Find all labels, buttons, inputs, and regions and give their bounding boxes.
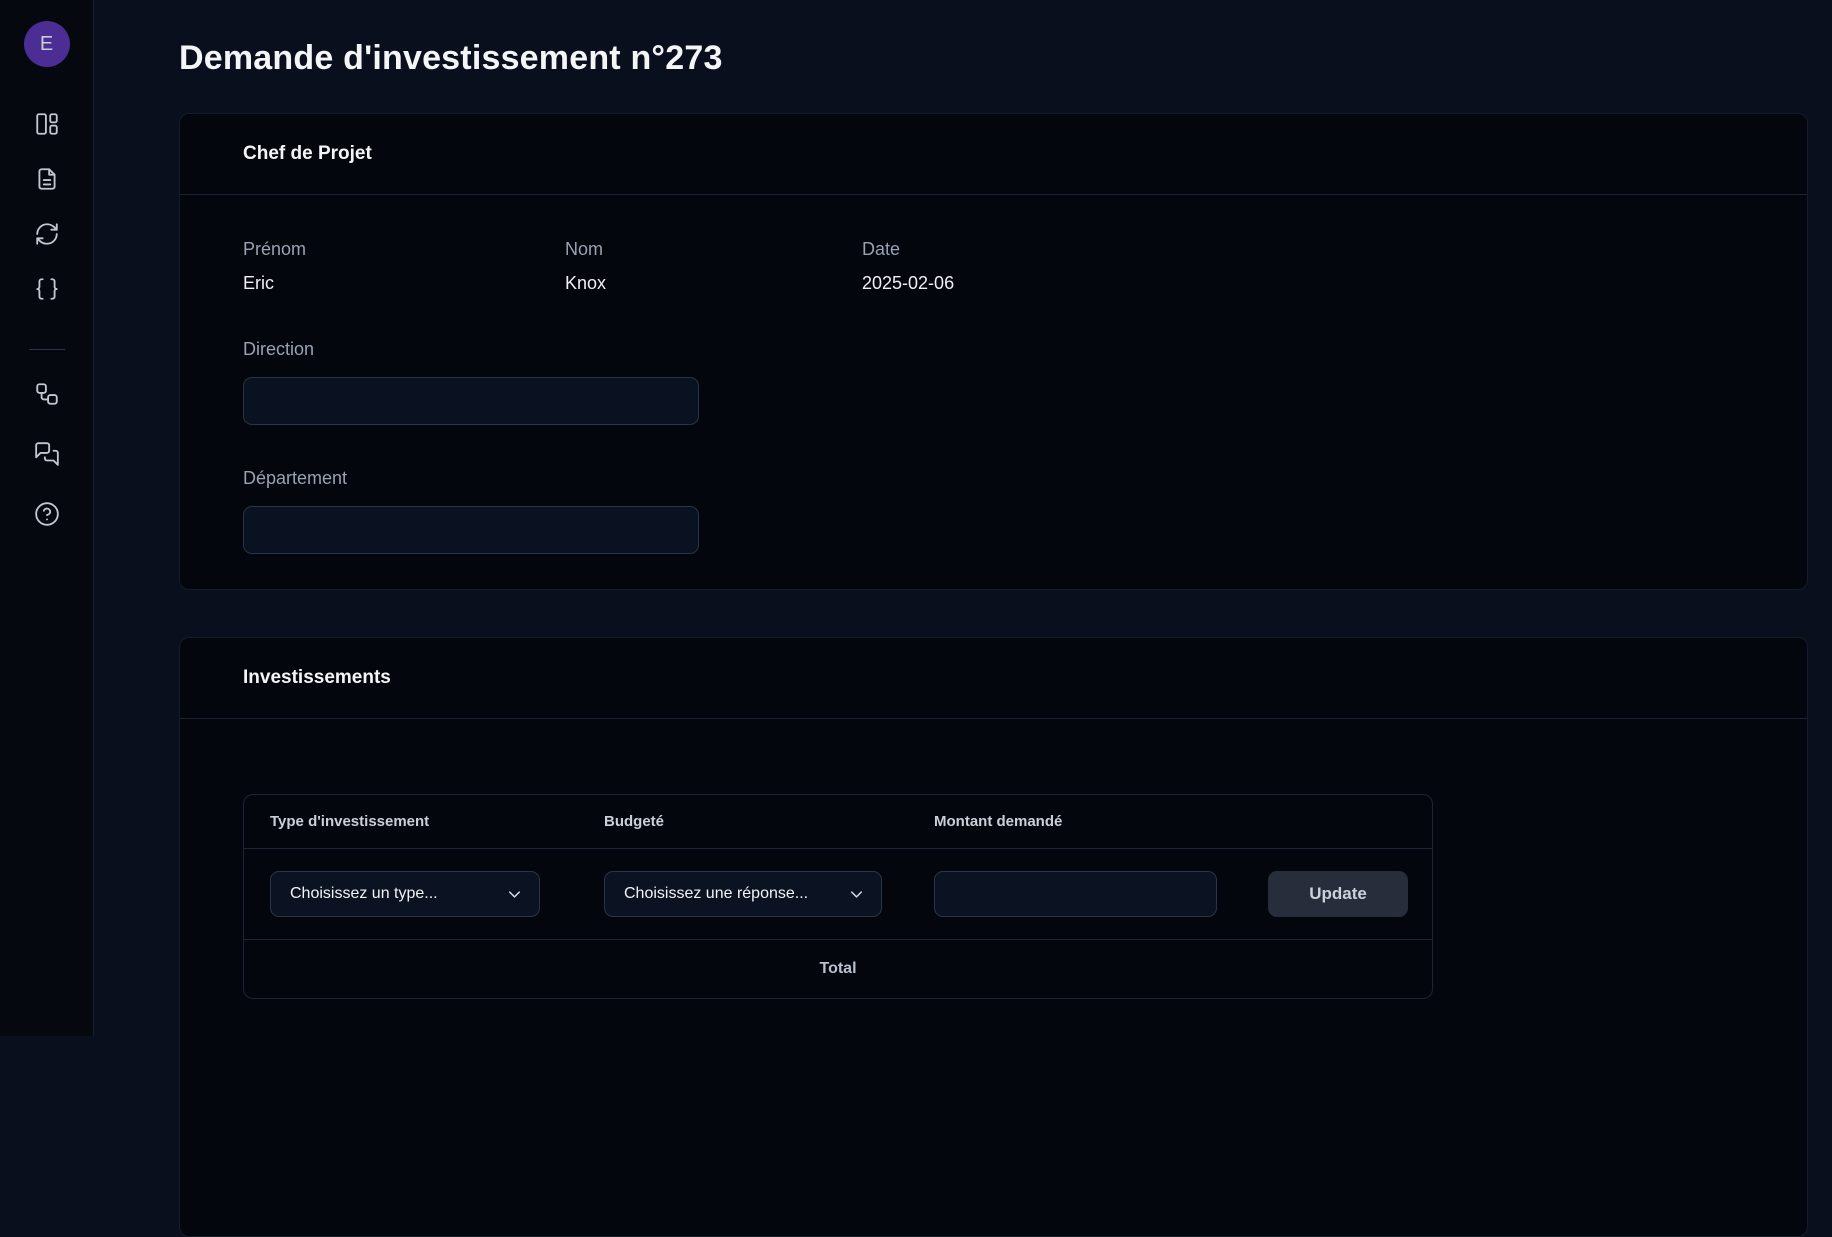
avatar[interactable]: E: [24, 21, 70, 67]
main-content: Demande d'investissement n°273 Chef de P…: [94, 0, 1832, 1036]
date-label: Date: [862, 238, 1744, 260]
total-label: Total: [819, 960, 856, 978]
page-title: Demande d'investissement n°273: [179, 0, 1808, 78]
nom-value: Knox: [565, 272, 862, 294]
type-select[interactable]: Choisissez un type...: [270, 871, 540, 917]
budgete-select-value: Choisissez une réponse...: [624, 885, 808, 903]
nom-field: Nom Knox: [565, 238, 862, 294]
sidebar-nav-top: [34, 111, 60, 302]
date-value: 2025-02-06: [862, 272, 1744, 294]
sidebar-divider: [29, 349, 65, 350]
departement-input[interactable]: [243, 506, 699, 554]
prenom-field: Prénom Eric: [243, 238, 565, 294]
col-header-budgete: Budgeté: [578, 813, 908, 830]
investissements-card-title: Investissements: [243, 667, 391, 689]
table-header-row: Type d'investissement Budgeté Montant de…: [244, 795, 1432, 848]
table-row: Choisissez un type... Choisissez un: [244, 848, 1432, 939]
date-field: Date 2025-02-06: [862, 238, 1744, 294]
chef-card-title: Chef de Projet: [243, 143, 372, 165]
braces-icon[interactable]: [34, 276, 60, 302]
document-icon[interactable]: [34, 166, 60, 192]
messages-icon[interactable]: [34, 441, 60, 467]
chef-card-body: Prénom Eric Nom Knox Date 2025-02-06 Dir…: [180, 195, 1807, 589]
budgete-select[interactable]: Choisissez une réponse...: [604, 871, 882, 917]
chevron-down-icon: [847, 885, 866, 904]
direction-label: Direction: [243, 338, 1744, 360]
col-header-montant: Montant demandé: [908, 813, 1243, 830]
sidebar: E: [0, 0, 94, 1036]
investments-table: Type d'investissement Budgeté Montant de…: [243, 794, 1433, 999]
nom-label: Nom: [565, 238, 862, 260]
help-icon[interactable]: [34, 501, 60, 527]
col-header-type: Type d'investissement: [244, 813, 578, 830]
direction-input[interactable]: [243, 377, 699, 425]
investissements-card: Investissements Type d'investissement Bu…: [179, 637, 1808, 1237]
chevron-down-icon: [505, 885, 524, 904]
table-footer-row: Total: [244, 939, 1432, 998]
update-button[interactable]: Update: [1268, 871, 1408, 917]
chef-card-header: Chef de Projet: [180, 114, 1807, 195]
direction-field: Direction: [243, 338, 1744, 425]
workflow-icon[interactable]: [34, 381, 60, 407]
departement-label: Département: [243, 467, 1744, 489]
refresh-icon[interactable]: [34, 221, 60, 247]
info-row: Prénom Eric Nom Knox Date 2025-02-06: [243, 238, 1744, 294]
prenom-value: Eric: [243, 272, 565, 294]
investissements-card-header: Investissements: [180, 638, 1807, 719]
type-select-value: Choisissez un type...: [290, 885, 438, 903]
sidebar-nav-bottom: [34, 381, 60, 527]
investissements-card-body: Type d'investissement Budgeté Montant de…: [180, 719, 1807, 1059]
chef-de-projet-card: Chef de Projet Prénom Eric Nom Knox Date…: [179, 113, 1808, 590]
montant-input[interactable]: [934, 871, 1217, 917]
dashboard-icon[interactable]: [34, 111, 60, 137]
departement-field: Département: [243, 467, 1744, 554]
prenom-label: Prénom: [243, 238, 565, 260]
